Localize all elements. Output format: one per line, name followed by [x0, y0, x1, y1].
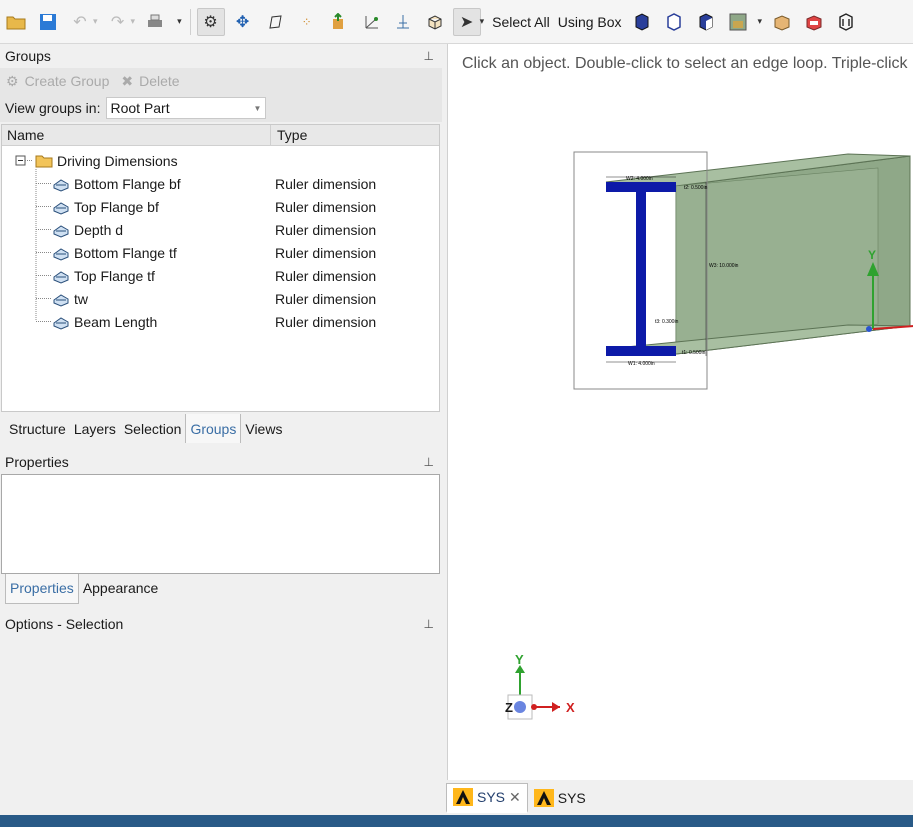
redo-icon[interactable]: ↷: [104, 8, 132, 36]
triad-x-label: X: [566, 700, 575, 715]
select-arrow-icon[interactable]: ➤: [452, 7, 481, 36]
ansys-logo-icon: [453, 788, 473, 806]
tree-item[interactable]: Bottom Flange bf Ruler dimension: [2, 172, 439, 195]
doc-tab-2[interactable]: SYS: [528, 783, 592, 813]
box-icon[interactable]: [768, 8, 796, 36]
options-panel-title: Options - Selection: [5, 616, 124, 632]
create-group-button[interactable]: Create Group: [25, 73, 110, 89]
pull-icon[interactable]: [325, 8, 353, 36]
render-style-icon[interactable]: [724, 8, 752, 36]
ruler-dimension-icon: [53, 178, 69, 192]
chevron-down-icon: ▼: [253, 103, 262, 113]
document-tabs: SYS ✕ SYS: [444, 780, 913, 815]
tab-layers[interactable]: Layers: [70, 421, 120, 443]
ruler-dimension-icon: [53, 247, 69, 261]
tab-properties[interactable]: Properties: [5, 574, 79, 604]
tab-groups[interactable]: Groups: [185, 414, 242, 443]
properties-panel-title: Properties: [5, 454, 69, 470]
tab-selection[interactable]: Selection: [120, 421, 186, 443]
dim-label-w2: W2: 4.000in: [626, 176, 653, 182]
pin-icon[interactable]: ⊥: [424, 455, 434, 469]
move-icon[interactable]: ✥: [229, 8, 257, 36]
cube-half-icon[interactable]: [692, 8, 720, 36]
tree-header: Name Type: [2, 125, 439, 146]
main-toolbar: ↶ ▾ ↷ ▾ ▾ ⚙ ✥ ⁘ ➤ ▾ Select All Using Box ▾: [0, 0, 913, 44]
using-box-button[interactable]: Using Box: [558, 14, 622, 30]
select-all-button[interactable]: Select All: [492, 14, 550, 30]
ansys-logo-icon: [533, 788, 554, 807]
groups-panel-header: Groups ⊥: [0, 44, 442, 68]
face-select-icon[interactable]: [261, 8, 289, 36]
ruler-dimension-icon: [53, 201, 69, 215]
dim-label-t3: t3: 0.300in: [655, 319, 679, 325]
tab-views[interactable]: Views: [241, 421, 286, 443]
view-groups-label: View groups in:: [5, 100, 101, 116]
groups-panel-title: Groups: [5, 48, 51, 64]
delete-icon: ✖: [121, 72, 134, 89]
tab-structure[interactable]: Structure: [1, 421, 70, 443]
folder-icon: [35, 155, 53, 167]
points-icon[interactable]: ⁘: [293, 8, 321, 36]
triad-z-label: Z: [505, 700, 513, 715]
design-viewport[interactable]: Click an object. Double-click to select …: [447, 44, 913, 780]
ruler-dimension-icon: [53, 293, 69, 307]
doc-tab-1[interactable]: SYS ✕: [446, 782, 528, 813]
groups-tree: Name Type Driving Dimensions Bottom Flan…: [1, 124, 440, 412]
view-groups-select[interactable]: Root Part ▼: [106, 97, 267, 119]
open-folder-icon[interactable]: [2, 8, 30, 36]
tree-item[interactable]: Top Flange bf Ruler dimension: [2, 195, 439, 218]
coordinate-triad: Y Z X: [505, 652, 575, 720]
options-panel-header: Options - Selection ⊥: [0, 612, 442, 636]
properties-panel-header: Properties ⊥: [0, 450, 442, 474]
ruler-dimension-icon: [53, 316, 69, 330]
dim-label-w3: W3: 10.000in: [709, 263, 739, 269]
axis-icon[interactable]: [357, 8, 385, 36]
left-dock: Groups ⊥ ⚙ Create Group ✖ Delete View gr…: [0, 44, 442, 815]
save-icon[interactable]: [34, 8, 62, 36]
triad-y-label: Y: [515, 652, 524, 667]
tree-folder-driving-dimensions[interactable]: Driving Dimensions: [2, 149, 439, 172]
dim-label-t1: t1: 0.500in: [682, 350, 706, 356]
delete-button[interactable]: Delete: [139, 73, 179, 89]
pin-icon[interactable]: ⊥: [424, 617, 434, 631]
gear-icon[interactable]: ⚙: [196, 7, 225, 36]
tree-item[interactable]: tw Ruler dimension: [2, 287, 439, 310]
tree-item[interactable]: Bottom Flange tf Ruler dimension: [2, 241, 439, 264]
tree-item[interactable]: Beam Length Ruler dimension: [2, 310, 439, 333]
wire-box-icon[interactable]: [832, 8, 860, 36]
dim-label-w1: W1: 4.000in: [628, 361, 655, 367]
tree-item[interactable]: Depth d Ruler dimension: [2, 218, 439, 241]
view-groups-row: View groups in: Root Part ▼: [0, 94, 442, 122]
local-y-label: Y: [868, 248, 876, 262]
ruler-dimension-icon: [53, 270, 69, 284]
ruler-dimension-icon: [53, 224, 69, 238]
print-icon[interactable]: [141, 8, 169, 36]
cube-blue-icon[interactable]: [628, 8, 656, 36]
undo-icon[interactable]: ↶: [66, 8, 94, 36]
plane-icon[interactable]: [389, 8, 417, 36]
create-group-icon: ⚙: [6, 72, 19, 89]
tab-appearance[interactable]: Appearance: [79, 574, 163, 604]
groups-toolbar: ⚙ Create Group ✖ Delete: [0, 68, 442, 94]
cube-outline-icon[interactable]: [660, 8, 688, 36]
status-bar: [0, 815, 913, 827]
close-icon[interactable]: ✕: [509, 789, 521, 806]
solid-icon[interactable]: [421, 8, 449, 36]
column-header-type[interactable]: Type: [271, 125, 307, 145]
structure-tabs: Structure Layers Selection Groups Views: [1, 411, 286, 443]
section-box-icon[interactable]: [800, 8, 828, 36]
properties-grid[interactable]: [1, 474, 440, 574]
pin-icon[interactable]: ⊥: [424, 49, 434, 63]
tree-item[interactable]: Top Flange tf Ruler dimension: [2, 264, 439, 287]
dim-label-t2: t2: 0.500in: [684, 185, 708, 191]
properties-tabs: Properties Appearance: [5, 574, 162, 604]
